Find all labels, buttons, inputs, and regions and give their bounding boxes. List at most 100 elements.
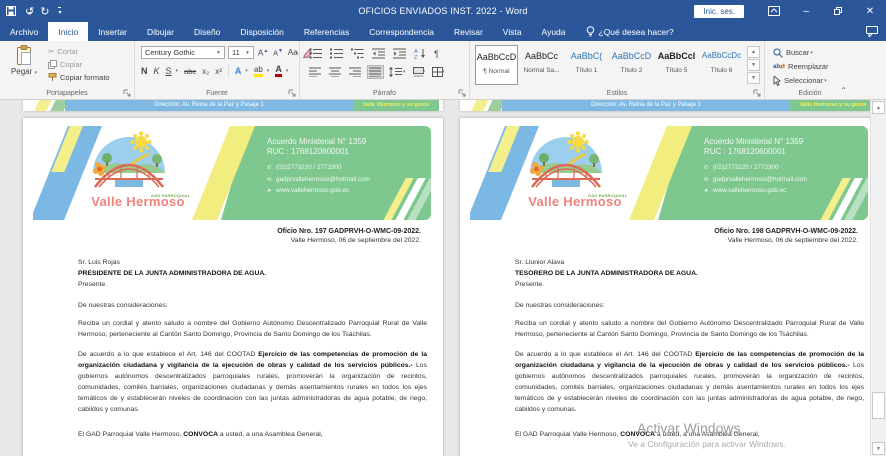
close-button[interactable]: ✕ (854, 0, 886, 22)
paste-button[interactable]: Pegar ▾ (6, 45, 42, 89)
email-icon: ✉ (267, 175, 276, 185)
multilevel-list-icon[interactable] (350, 47, 366, 60)
lightbulb-icon (586, 26, 595, 37)
style-normal[interactable]: AaBbCcD¶ Normal (475, 45, 518, 85)
numbered-list-icon[interactable] (329, 47, 345, 60)
tab-referencias[interactable]: Referencias (294, 22, 359, 41)
styles-scroll-up-icon[interactable]: ▲ (747, 46, 760, 58)
style-normal-sa[interactable]: AaBbCcNormal Sa... (520, 45, 563, 85)
shading-icon[interactable]: ▾ (412, 66, 427, 78)
paragraph-1: Reciba un cordial y atento saludo a nomb… (23, 318, 443, 340)
styles-dialog-launcher-icon[interactable] (753, 89, 761, 97)
line-spacing-icon[interactable]: ▾ (388, 66, 407, 78)
document-page-198[interactable]: Valle Hermoso GAD PARROQUIAL Acuerdo Min… (460, 118, 880, 456)
vertical-scrollbar[interactable]: ▲ ▼ (870, 100, 886, 456)
tell-me-box[interactable]: ¿Qué desea hacer? (576, 22, 684, 41)
letterhead-contact-panel: Acuerdo Ministerial N° 1359 RUC : 176812… (221, 126, 431, 220)
highlight-dropdown-icon[interactable]: ▾ (267, 68, 270, 74)
salutation: De nuestras consideraciones: (23, 302, 443, 309)
group-fuente: Century Gothic▼ 11▼ A▲ A▼ Aa▾ N K S ▾ abc… (135, 41, 300, 99)
bullet-list-icon[interactable] (308, 47, 324, 60)
bold-button[interactable]: N (141, 66, 148, 76)
tab-dibujar[interactable]: Dibujar (137, 22, 184, 41)
ribbon-display-options-icon[interactable] (758, 0, 790, 22)
decrease-indent-icon[interactable] (371, 47, 387, 60)
clipboard-dialog-launcher-icon[interactable] (123, 89, 131, 97)
superscript-button[interactable]: x² (215, 67, 222, 76)
align-right-icon[interactable] (348, 66, 363, 78)
style-titulo-5[interactable]: AaBbCclTítulo 5 (655, 45, 698, 85)
group-label-estilos: Estilos (470, 90, 764, 97)
restore-button[interactable] (822, 0, 854, 22)
comments-icon[interactable] (866, 26, 878, 37)
document-page-197[interactable]: Valle Hermoso GAD PARROQUIAL Acuerdo Min… (23, 118, 443, 456)
font-dialog-launcher-icon[interactable] (288, 89, 296, 97)
tab-correspondencia[interactable]: Correspondencia (359, 22, 444, 41)
tab-inicio[interactable]: Inicio (48, 22, 88, 41)
format-painter-button[interactable]: Copiar formato (48, 71, 110, 84)
footer-slogan-bar: Valle Hermoso y su gente (790, 100, 876, 111)
tab-diseno[interactable]: Diseño (184, 22, 230, 41)
grow-font-button[interactable]: A▲ (257, 48, 269, 58)
italic-button[interactable]: K (154, 66, 160, 76)
highlight-color-button[interactable]: ab (254, 66, 263, 77)
increase-indent-icon[interactable] (392, 47, 408, 60)
styles-more-icon[interactable]: ▼ (747, 72, 760, 84)
letter-date: Valle Hermoso, 06 de septiembre del 2022… (23, 237, 443, 244)
phone-icon: ✆ (704, 163, 713, 173)
paste-dropdown-icon[interactable]: ▾ (35, 70, 38, 76)
paragraph-dialog-launcher-icon[interactable] (458, 89, 466, 97)
subscript-button[interactable]: x₂ (202, 67, 209, 76)
corner-stripes (371, 174, 431, 220)
align-left-icon[interactable] (308, 66, 323, 78)
addressee-title: TESORERO DE LA JUNTA ADMINISTRADORA DE A… (515, 268, 880, 279)
copy-icon (48, 60, 57, 69)
align-center-icon[interactable] (328, 66, 343, 78)
font-color-dropdown-icon[interactable]: ▾ (286, 68, 289, 74)
clipboard-icon (15, 45, 33, 66)
style-titulo-1[interactable]: AaBbC(Título 1 (565, 45, 608, 85)
strikethrough-button[interactable]: abc (184, 67, 196, 76)
text-effects-button[interactable]: A (235, 66, 242, 76)
borders-icon[interactable]: ▾ (431, 66, 446, 78)
style-titulo-6[interactable]: AaBbCcDcTítulo 6 (700, 45, 743, 85)
find-button[interactable]: Buscar▾ (773, 46, 828, 60)
cut-button[interactable]: ✂Cortar (48, 45, 110, 58)
addressee-title: PRESIDENTE DE LA JUNTA ADMINISTRADORA DE… (78, 268, 443, 279)
select-button[interactable]: Seleccionar▾ (773, 74, 828, 88)
font-color-button[interactable]: A (275, 65, 282, 77)
tab-disposicion[interactable]: Disposición (230, 22, 293, 41)
tab-archivo[interactable]: Archivo (0, 22, 48, 41)
minimize-button[interactable]: – (790, 0, 822, 22)
tab-insertar[interactable]: Insertar (88, 22, 137, 41)
style-titulo-2[interactable]: AaBbCcDTítulo 2 (610, 45, 653, 85)
underline-dropdown-icon[interactable]: ▾ (176, 68, 179, 74)
font-name-combo[interactable]: Century Gothic▼ (141, 46, 225, 59)
scroll-up-icon[interactable]: ▲ (872, 101, 885, 114)
scrollbar-thumb[interactable] (872, 392, 885, 419)
show-formatting-marks-icon[interactable]: ¶ (433, 48, 440, 60)
titlebar: ↺▾ ↻ ▾ OFICIOS ENVIADOS INST. 2022 - Wor… (0, 0, 886, 22)
collapse-ribbon-icon[interactable]: ⌃ (840, 86, 847, 95)
tab-revisar[interactable]: Revisar (444, 22, 493, 41)
document-canvas[interactable]: Dirección: Av. Reina de la Paz y Pasaje … (0, 100, 886, 456)
font-size-combo[interactable]: 11▼ (228, 46, 254, 59)
sort-icon[interactable]: AZ (413, 47, 428, 60)
paragraph-1: Reciba un cordial y atento saludo a nomb… (460, 318, 880, 340)
previous-page-footer: Dirección: Av. Reina de la Paz y Pasaje … (460, 100, 880, 111)
cursor-icon: ➤ (267, 186, 276, 196)
scroll-down-icon[interactable]: ▼ (872, 442, 885, 455)
replace-button[interactable]: ab⇄Reemplazar (773, 60, 828, 74)
tab-vista[interactable]: Vista (493, 22, 532, 41)
footer-address-bar: Dirección: Av. Reina de la Paz y Pasaje … (65, 100, 353, 111)
copy-button[interactable]: Copiar (48, 58, 110, 71)
change-case-button[interactable]: Aa▾ (287, 48, 299, 57)
sign-in-button[interactable]: Inic. ses. (694, 5, 744, 18)
styles-scroll-down-icon[interactable]: ▼ (747, 59, 760, 71)
ribbon-tab-bar: Archivo Inicio Insertar Dibujar Diseño D… (0, 22, 886, 41)
underline-button[interactable]: S (166, 66, 172, 76)
justify-icon[interactable] (368, 66, 383, 78)
shrink-font-button[interactable]: A▼ (272, 48, 284, 57)
text-effects-dropdown-icon[interactable]: ▾ (245, 68, 248, 74)
tab-ayuda[interactable]: Ayuda (532, 22, 576, 41)
